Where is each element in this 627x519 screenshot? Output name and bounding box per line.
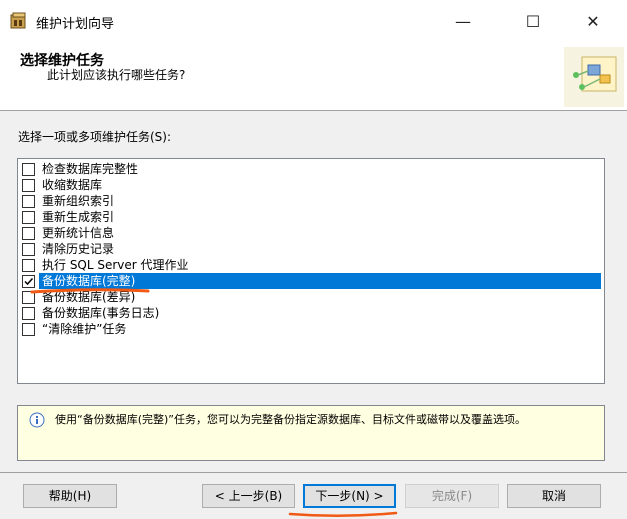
task-checkbox[interactable] [22, 227, 35, 240]
task-checkbox[interactable] [22, 211, 35, 224]
task-item-reorganize-index[interactable]: 重新组织索引 [19, 193, 604, 209]
help-button[interactable]: 帮助(H) [23, 484, 117, 508]
task-label: 备份数据库(事务日志) [42, 306, 160, 320]
task-item-maintenance-cleanup[interactable]: “清除维护”任务 [19, 321, 604, 337]
window-title: 维护计划向导 [36, 17, 115, 32]
task-item-rebuild-index[interactable]: 重新生成索引 [19, 209, 604, 225]
task-label: 检查数据库完整性 [42, 162, 139, 176]
back-button[interactable]: < 上一步(B) [202, 484, 295, 508]
minimize-button[interactable]: — [440, 8, 486, 36]
close-button[interactable]: ✕ [570, 8, 616, 36]
task-label: 执行 SQL Server 代理作业 [42, 258, 189, 272]
task-checkbox[interactable] [22, 163, 35, 176]
task-label: 清除历史记录 [42, 242, 115, 256]
finish-button[interactable]: 完成(F) [405, 484, 499, 508]
footer-divider [0, 472, 627, 473]
task-item-update-statistics[interactable]: 更新统计信息 [19, 225, 604, 241]
annotation-underline [288, 511, 398, 518]
task-item-history-cleanup[interactable]: 清除历史记录 [19, 241, 604, 257]
task-item-check-integrity[interactable]: 检查数据库完整性 [19, 161, 604, 177]
cancel-button[interactable]: 取消 [507, 484, 601, 508]
wizard-header: 选择维护任务 此计划应该执行哪些任务? [0, 44, 627, 111]
task-label: 更新统计信息 [42, 226, 115, 240]
task-checkbox[interactable] [22, 307, 35, 320]
info-icon [29, 412, 45, 428]
next-button[interactable]: 下一步(N) > [303, 484, 396, 508]
task-label: “清除维护”任务 [42, 322, 127, 336]
task-description: 使用“备份数据库(完整)”任务，您可以为完整备份指定源数据库、目标文件或磁带以及… [55, 413, 526, 426]
title-bar: 维护计划向导 — ☐ ✕ [0, 0, 627, 44]
task-label: 重新组织索引 [42, 194, 115, 208]
maximize-button[interactable]: ☐ [510, 8, 556, 36]
task-item-agent-job[interactable]: 执行 SQL Server 代理作业 [19, 257, 604, 273]
page-subtitle: 此计划应该执行哪些任务? [47, 68, 186, 82]
task-checkbox[interactable] [22, 243, 35, 256]
task-checkbox[interactable] [22, 179, 35, 192]
task-label: 重新生成索引 [42, 210, 115, 224]
task-item-backup-log[interactable]: 备份数据库(事务日志) [19, 305, 604, 321]
annotation-underline [30, 288, 150, 294]
task-list-label: 选择一项或多项维护任务(S): [18, 130, 172, 144]
task-label: 收缩数据库 [42, 178, 103, 192]
maintenance-task-list[interactable]: 检查数据库完整性 收缩数据库 重新组织索引 重新生成索引 更新统计信息 清除历史… [17, 158, 605, 384]
wizard-app-icon [10, 12, 26, 29]
task-checkbox[interactable] [22, 323, 35, 336]
task-item-shrink[interactable]: 收缩数据库 [19, 177, 604, 193]
task-checkbox[interactable] [22, 259, 35, 272]
task-description-box: 使用“备份数据库(完整)”任务，您可以为完整备份指定源数据库、目标文件或磁带以及… [17, 405, 605, 461]
wizard-banner-icon [564, 47, 624, 107]
task-checkbox[interactable] [22, 195, 35, 208]
